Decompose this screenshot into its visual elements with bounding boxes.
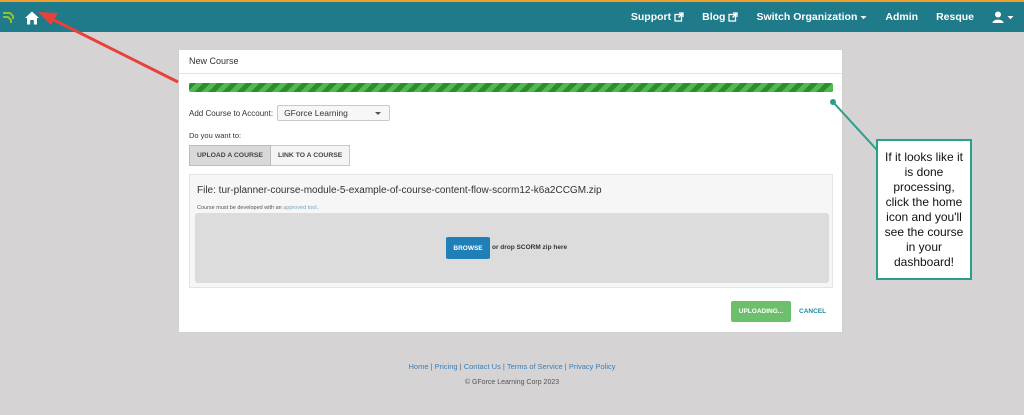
home-icon[interactable] — [24, 10, 40, 26]
course-source-tabs: UPLOAD A COURSE LINK TO A COURSE — [189, 145, 351, 166]
top-nav-bar: Support Blog Switch Organization Admin R… — [0, 0, 1024, 32]
footer-terms-link[interactable]: Terms of Service — [507, 362, 563, 371]
uploading-button[interactable]: UPLOADING... — [731, 301, 791, 322]
logo-icon — [3, 12, 14, 23]
caret-down-icon — [375, 112, 382, 115]
tool-hint-prefix: Course must be developed with an — [197, 205, 282, 211]
browse-button[interactable]: BROWSE — [446, 237, 490, 259]
question-label: Do you want to: — [189, 131, 242, 140]
cancel-button[interactable]: CANCEL — [799, 308, 826, 315]
footer-separator: | — [430, 362, 433, 371]
tab-upload-course[interactable]: UPLOAD A COURSE — [189, 145, 271, 166]
upload-section: File: tur-planner-course-module-5-exampl… — [189, 174, 833, 288]
nav-admin[interactable]: Admin — [876, 11, 927, 23]
nav-blog[interactable]: Blog — [693, 11, 747, 23]
account-row: Add Course to Account: GForce Learning — [189, 105, 391, 121]
tab-link-course[interactable]: LINK TO A COURSE — [270, 145, 351, 166]
scorm-drop-zone[interactable]: BROWSE or drop SCORM zip here — [195, 213, 829, 283]
user-icon — [992, 11, 1004, 23]
tool-hint-suffix: . — [316, 205, 319, 211]
caret-down-icon — [1007, 15, 1014, 19]
file-name: File: tur-planner-course-module-5-exampl… — [197, 185, 602, 196]
footer-pricing-link[interactable]: Pricing — [435, 362, 458, 371]
nav-support-label: Support — [630, 11, 672, 23]
user-menu[interactable] — [983, 11, 1024, 23]
external-link-icon — [728, 12, 739, 22]
footer-links: Home | Pricing | Contact Us | Terms of S… — [0, 362, 1024, 371]
new-course-panel: New Course Add Course to Account: GForce… — [178, 49, 843, 333]
footer-home-link[interactable]: Home — [408, 362, 428, 371]
nav-admin-label: Admin — [885, 11, 919, 23]
footer-contact-link[interactable]: Contact Us — [464, 362, 501, 371]
tool-hint: Course must be developed with an approve… — [197, 205, 318, 211]
account-select[interactable]: GForce Learning — [277, 105, 391, 121]
account-select-value: GForce Learning — [284, 108, 348, 118]
nav-blog-label: Blog — [702, 11, 726, 23]
external-link-icon — [674, 12, 684, 22]
nav-switch-organization-label: Switch Organization — [756, 11, 858, 23]
caret-down-icon — [860, 15, 867, 19]
nav-resque[interactable]: Resque — [927, 11, 983, 23]
account-label: Add Course to Account: — [189, 108, 274, 118]
footer-separator: | — [564, 362, 567, 371]
nav-support[interactable]: Support — [622, 11, 693, 23]
panel-title: New Course — [179, 50, 842, 74]
footer-separator: | — [459, 362, 462, 371]
nav-switch-organization[interactable]: Switch Organization — [747, 11, 876, 23]
upload-progress-bar — [189, 83, 833, 92]
copyright-text: © GForce Learning Corp 2023 — [464, 379, 560, 386]
drop-zone-text: or drop SCORM zip here — [492, 244, 568, 251]
top-nav: Support Blog Switch Organization Admin R… — [622, 2, 1024, 32]
annotation-callout: If it looks like it is done processing, … — [876, 139, 972, 280]
footer-separator: | — [502, 362, 505, 371]
approved-tool-link[interactable]: approved tool — [283, 205, 316, 211]
footer-privacy-link[interactable]: Privacy Policy — [569, 362, 616, 371]
nav-resque-label: Resque — [936, 11, 974, 23]
